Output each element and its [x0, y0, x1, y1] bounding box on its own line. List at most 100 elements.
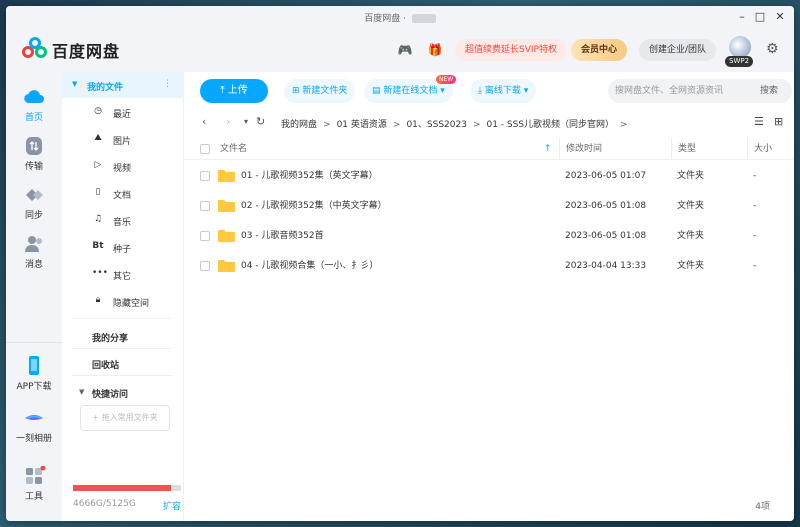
title-bar: 百度网盘 · – □ ✕ — [6, 6, 794, 28]
refresh-icon[interactable]: ↻ — [256, 115, 265, 128]
caret-down-icon[interactable]: ▼ — [72, 80, 77, 88]
nav-transfer[interactable]: 传输 — [6, 136, 62, 172]
headphones-icon: ♫ — [93, 214, 103, 224]
new-badge: NEW — [436, 75, 457, 84]
avatar[interactable] — [729, 36, 751, 58]
sidebar: ▼ 我的文件 ⋮ ◷ 最近 ⛰ 图片 ▷ 视频 ▯ 文档 ♫ 音乐 Bt 种子 ••• 其它 … — [62, 72, 184, 521]
download-icon: ⤓ — [478, 86, 485, 96]
new-folder-icon: ⊞ — [292, 86, 303, 96]
file-name[interactable]: 04 - 儿歌视频合集（一小、扌彡） — [241, 251, 378, 281]
nav-transfer-label: 传输 — [24, 162, 43, 172]
new-folder-label: 新建文件夹 — [302, 86, 348, 96]
sidebar-recycle-bin[interactable]: 回收站 — [92, 358, 119, 371]
logo[interactable]: 百度网盘 — [22, 37, 120, 63]
expand-storage-link[interactable]: 扩容 — [163, 499, 181, 512]
sidebar-my-files[interactable]: ▼ 我的文件 ⋮ — [62, 72, 184, 98]
nav-message[interactable]: 消息 — [6, 234, 62, 270]
caret-down-icon[interactable]: ▼ — [79, 388, 84, 396]
folder-icon — [218, 260, 235, 272]
minimize-button[interactable]: – — [733, 9, 751, 25]
back-arrow-icon[interactable]: ‹ — [202, 115, 206, 128]
sidebar-item-hidden-space[interactable]: 🔒︎ 隐藏空间 — [62, 292, 184, 312]
file-type: 文件夹 — [677, 171, 705, 181]
folder-icon — [218, 200, 235, 212]
sidebar-item-others[interactable]: ••• 其它 — [62, 265, 184, 285]
sidebar-item-label: 最近 — [113, 110, 132, 120]
nav-tools-label: 工具 — [24, 492, 43, 502]
breadcrumb-item[interactable]: 01 英语资源 — [337, 120, 387, 130]
column-modified[interactable]: 修改时间 — [559, 138, 671, 159]
album-icon — [25, 415, 43, 420]
sidebar-item-music[interactable]: ♫ 音乐 — [62, 211, 184, 231]
table-row[interactable]: 01 - 儿歌视频352集（英文字幕） 2023-06-05 01:07 文件夹 - — [184, 161, 794, 191]
table-row[interactable]: 02 - 儿歌视频352集（中英文字幕） 2023-06-05 01:08 文件夹 - — [184, 191, 794, 221]
file-type: 文件夹 — [677, 261, 705, 271]
file-type: 文件夹 — [677, 231, 705, 241]
cloud-home-icon — [24, 90, 44, 104]
table-row[interactable]: 04 - 儿歌视频合集（一小、扌彡） 2023-04-04 13:33 文件夹 - — [184, 251, 794, 281]
more-icon: ••• — [92, 268, 108, 278]
table-row[interactable]: 03 - 儿歌音频352首 2023-06-05 01:08 文件夹 - — [184, 221, 794, 251]
file-name[interactable]: 02 - 儿歌视频352集（中英文字幕） — [241, 191, 387, 221]
column-name-label: 文件名 — [220, 144, 248, 154]
breadcrumb-separator: > — [323, 120, 331, 130]
offline-download-label: 离线下载 — [484, 86, 521, 96]
nav-sync-label: 同步 — [24, 211, 43, 221]
game-icon[interactable]: 🎮 — [397, 42, 413, 58]
grid-view-icon[interactable]: ⊞ — [774, 115, 783, 128]
column-name[interactable]: 文件名 ↑ — [214, 138, 559, 159]
sidebar-divider — [72, 318, 172, 319]
vip-center-button[interactable]: 会员中心 — [571, 39, 628, 61]
sidebar-item-label: 其它 — [113, 272, 132, 282]
breadcrumb-item[interactable]: 我的网盘 — [281, 120, 317, 130]
nav-album[interactable]: 一刻相册 — [6, 408, 62, 444]
sidebar-item-recent[interactable]: ◷ 最近 — [62, 103, 184, 123]
close-button[interactable]: ✕ — [771, 9, 789, 25]
gift-icon[interactable]: 🎁 — [427, 42, 443, 58]
sidebar-item-images[interactable]: ⛰ 图片 — [62, 130, 184, 150]
sidebar-item-torrents[interactable]: Bt 种子 — [62, 238, 184, 258]
forward-arrow-icon[interactable]: › — [226, 115, 230, 128]
file-modified: 2023-06-05 01:07 — [565, 171, 647, 181]
file-size: - — [753, 231, 757, 241]
column-size[interactable]: 大小 — [747, 138, 793, 159]
sidebar-item-documents[interactable]: ▯ 文档 — [62, 184, 184, 204]
clock-icon: ◷ — [94, 106, 102, 116]
sort-arrow-up-icon[interactable]: ↑ — [544, 138, 552, 160]
settings-gear-icon[interactable]: ⚙ — [766, 41, 779, 57]
offline-download-button[interactable]: ⤓ 离线下载 ▾ — [470, 79, 537, 103]
upload-label: 上传 — [227, 85, 248, 96]
upload-button[interactable]: ⤒ 上传 — [200, 79, 268, 103]
breadcrumb-item[interactable]: 01、SSS2023 — [406, 120, 467, 130]
row-checkbox[interactable] — [200, 171, 210, 181]
maximize-button[interactable]: □ — [751, 9, 769, 25]
file-name[interactable]: 03 - 儿歌音频352首 — [241, 221, 324, 251]
sidebar-quick-access[interactable]: 快捷访问 — [92, 387, 128, 400]
column-type[interactable]: 类型 — [671, 138, 747, 159]
storage-progress-bar — [73, 485, 181, 491]
row-checkbox[interactable] — [200, 231, 210, 241]
nav-home[interactable]: 首页 — [6, 87, 62, 123]
create-team-button[interactable]: 创建企业/团队 — [639, 39, 717, 61]
breadcrumb-item[interactable]: 01 - SSS儿歌视频（同步官网） — [486, 120, 614, 130]
select-all-checkbox[interactable] — [200, 144, 210, 154]
bt-icon: Bt — [92, 241, 104, 251]
add-quick-folder-dropzone[interactable]: + 拖入常用文件夹 — [80, 405, 170, 431]
nav-app-download[interactable]: APP下载 — [6, 356, 62, 392]
nav-app-download-label: APP下载 — [16, 382, 52, 392]
new-folder-button[interactable]: ⊞ 新建文件夹 — [284, 79, 356, 103]
nav-tools[interactable]: 工具 — [6, 466, 62, 502]
history-dropdown-icon[interactable]: ▾ — [244, 117, 248, 126]
file-name[interactable]: 01 - 儿歌视频352集（英文字幕） — [241, 161, 378, 191]
sort-list-icon[interactable]: ☰ — [754, 115, 764, 128]
file-modified: 2023-06-05 01:08 — [565, 231, 647, 241]
nav-sync[interactable]: 同步 — [6, 185, 62, 221]
row-checkbox[interactable] — [200, 201, 210, 211]
sidebar-item-videos[interactable]: ▷ 视频 — [62, 157, 184, 177]
row-checkbox[interactable] — [200, 261, 210, 271]
upload-icon: ⤒ — [220, 85, 228, 96]
more-vertical-icon[interactable]: ⋮ — [163, 79, 172, 89]
search-button[interactable]: 搜索 — [760, 79, 778, 103]
sidebar-my-share[interactable]: 我的分享 — [92, 331, 128, 344]
svip-renew-button[interactable]: 超值续费延长SVIP特权 — [455, 39, 567, 61]
